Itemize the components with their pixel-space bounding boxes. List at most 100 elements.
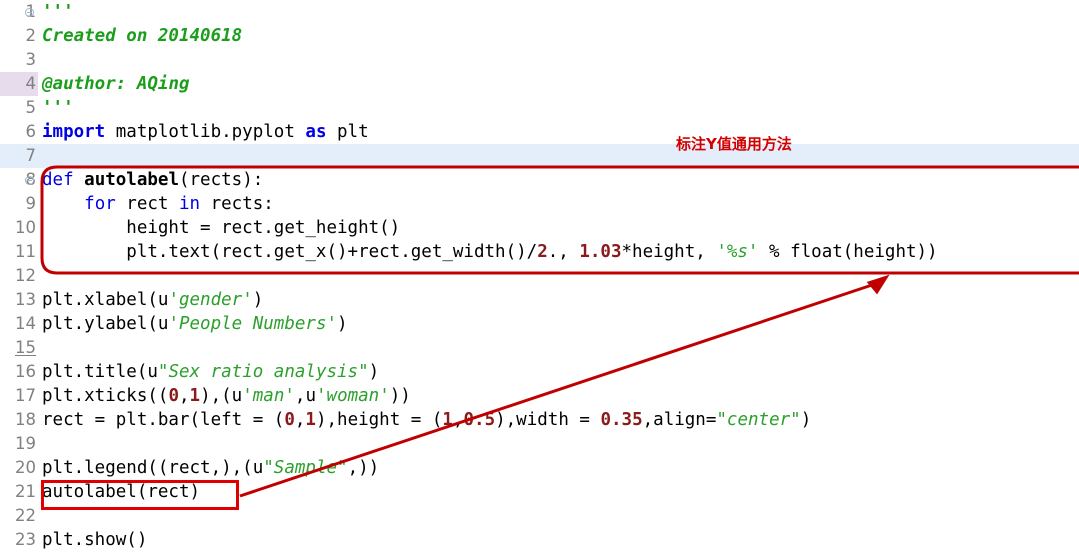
code-line-text: autolabel(rect) (42, 480, 200, 504)
token-pl: plt.xticks(( (42, 386, 169, 406)
token-str: "Sample" (263, 458, 348, 478)
token-pl: )) (389, 386, 411, 406)
token-fn: autolabel (84, 170, 179, 190)
code-line-19[interactable]: 19 (0, 432, 1079, 456)
line-number-2[interactable]: 2 (0, 24, 38, 48)
code-line-4[interactable]: 4 @author: AQing (0, 72, 1079, 96)
token-doc: AQing (136, 74, 190, 94)
line-number-19[interactable]: 19 (0, 432, 38, 456)
code-line-3[interactable]: 3 (0, 48, 1079, 72)
token-pl: rect (115, 194, 179, 214)
line-number-11[interactable]: 11 (0, 240, 38, 264)
token-str: 'man' (242, 386, 295, 406)
token-num: 2 (537, 242, 548, 262)
code-line-text: def autolabel(rects): (42, 168, 263, 192)
code-editor[interactable]: 1 ''' 2 Created on 20140618 3 4 @author: AQing… (0, 0, 1079, 556)
line-number-10[interactable]: 10 (0, 216, 38, 240)
fold-collapse-icon[interactable] (25, 8, 34, 17)
token-kw: def (42, 170, 74, 190)
line-number-15[interactable]: 15 (0, 336, 38, 360)
code-line-13[interactable]: 13 plt.xlabel(u'gender') (0, 288, 1079, 312)
code-line-10[interactable]: 10 height = rect.get_height() (0, 216, 1079, 240)
code-line-18[interactable]: 18 rect = plt.bar(left = (0,1),height = (… (0, 408, 1079, 432)
token-num: 1 (442, 410, 453, 430)
line-number-20[interactable]: 20 (0, 456, 38, 480)
line-number-13[interactable]: 13 (0, 288, 38, 312)
line-number-18[interactable]: 18 (0, 408, 38, 432)
token-pl: plt.ylabel(u (42, 314, 169, 334)
code-line-2[interactable]: 2 Created on 20140618 (0, 24, 1079, 48)
code-line-text: Created on 20140618 (42, 24, 242, 48)
code-line-8[interactable]: 8 def autolabel(rects): (0, 168, 1079, 192)
code-line-7[interactable]: 7 (0, 144, 1079, 168)
line-number-3[interactable]: 3 (0, 48, 38, 72)
token-pl: plt.show() (42, 530, 148, 550)
code-line-6[interactable]: 6 import matplotlib.pyplot as plt (0, 120, 1079, 144)
token-pl: plt.xlabel(u (42, 290, 169, 310)
code-line-text: plt.xticks((0,1),(u'man',u'woman')) (42, 384, 411, 408)
token-num: 0.5 (463, 410, 496, 430)
token-pl: ,u (294, 386, 316, 406)
token-str: 'woman' (316, 386, 390, 406)
code-line-5[interactable]: 5 ''' (0, 96, 1079, 120)
token-pl: matplotlib.pyplot (105, 122, 306, 142)
line-number-7[interactable]: 7 (0, 144, 38, 168)
token-pl: ,)) (347, 458, 380, 478)
code-line-21[interactable]: 21 autolabel(rect) (0, 480, 1079, 504)
line-number-5[interactable]: 5 (0, 96, 38, 120)
code-line-17[interactable]: 17 plt.xticks((0,1),(u'man',u'woman')) (0, 384, 1079, 408)
line-number-4[interactable]: 4 (0, 72, 38, 96)
token-str: 'gender' (168, 290, 253, 310)
token-pl: ) (368, 362, 380, 382)
code-line-text: plt.xlabel(u'gender') (42, 288, 263, 312)
line-number-23[interactable]: 23 (0, 528, 38, 552)
code-line-22[interactable]: 22 (0, 504, 1079, 528)
line-number-9[interactable]: 9 (0, 192, 38, 216)
code-line-text: for rect in rects: (42, 192, 274, 216)
code-area[interactable]: 1 ''' 2 Created on 20140618 3 4 @author: AQing… (0, 0, 1079, 556)
token-pl: rects: (200, 194, 274, 214)
token-pl: , (294, 410, 306, 430)
token-pl: ,align= (642, 410, 717, 430)
line-number-22[interactable]: 22 (0, 504, 38, 528)
code-line-12[interactable]: 12 (0, 264, 1079, 288)
token-pl: *height, (621, 242, 717, 262)
code-line-23[interactable]: 23 plt.show() (0, 528, 1079, 552)
line-number-14[interactable]: 14 (0, 312, 38, 336)
line-number-6[interactable]: 6 (0, 120, 38, 144)
token-str: "center" (716, 410, 801, 430)
code-line-text: ''' (42, 96, 74, 120)
code-line-text: plt.ylabel(u'People Numbers') (42, 312, 348, 336)
code-line-text: height = rect.get_height() (42, 216, 400, 240)
code-line-14[interactable]: 14 plt.ylabel(u'People Numbers') (0, 312, 1079, 336)
fold-collapse-icon[interactable] (25, 176, 34, 185)
line-number-12[interactable]: 12 (0, 264, 38, 288)
token-pl: ) (337, 314, 348, 334)
code-line-16[interactable]: 16 plt.title(u"Sex ratio analysis") (0, 360, 1079, 384)
code-line-1[interactable]: 1 ''' (0, 0, 1079, 24)
token-pl: plt (326, 122, 369, 142)
line-number-17[interactable]: 17 (0, 384, 38, 408)
code-line-9[interactable]: 9 for rect in rects: (0, 192, 1079, 216)
token-kw: in (178, 194, 201, 214)
line-number-16[interactable]: 16 (0, 360, 38, 384)
code-line-15[interactable]: 15 (0, 336, 1079, 360)
code-line-11[interactable]: 11 plt.text(rect.get_x()+rect.get_width(… (0, 240, 1079, 264)
token-pl: plt.title(u (42, 362, 158, 382)
token-num: 1 (305, 410, 316, 430)
line-number-21[interactable]: 21 (0, 480, 38, 504)
token-pl: (rects): (178, 170, 264, 190)
token-kw: for (84, 194, 116, 214)
code-line-20[interactable]: 20 plt.legend((rect,),(u"Sample",)) (0, 456, 1079, 480)
code-line-text: plt.legend((rect,),(u"Sample",)) (42, 456, 379, 480)
token-pl: autolabel(rect) (42, 482, 201, 502)
token-num: 0 (284, 410, 295, 430)
code-line-text: import matplotlib.pyplot as plt (42, 120, 369, 144)
code-line-text: @author: AQing (42, 72, 190, 96)
token-num: 0.35 (600, 410, 643, 430)
token-doc: @author: (42, 74, 127, 94)
code-line-text: plt.text(rect.get_x()+rect.get_width()/2… (42, 240, 937, 264)
